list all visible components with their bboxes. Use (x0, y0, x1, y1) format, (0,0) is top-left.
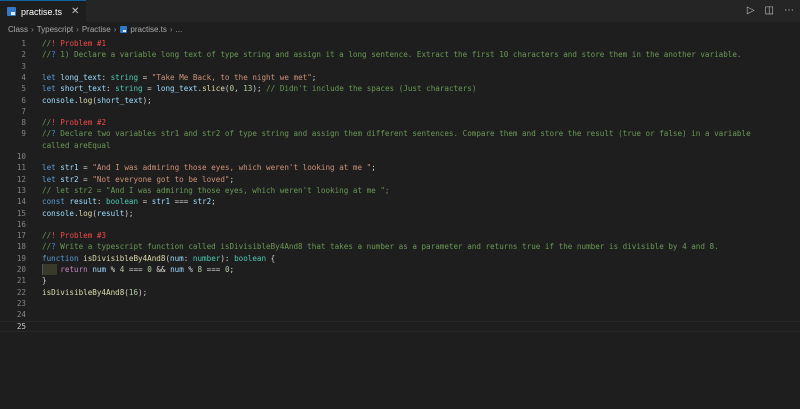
code-line[interactable]: 19 function isDivisibleBy4And8(num: numbe… (0, 253, 800, 264)
line-number: 10 (16, 152, 26, 161)
split-editor-icon[interactable]: ◫ (765, 4, 774, 18)
code-line[interactable]: 25 (0, 320, 800, 332)
code-line[interactable]: 18 //? Write a typescript function called… (0, 241, 800, 252)
line-number: 4 (21, 72, 26, 82)
code-text: let long_text: string = "Take Me Back, t… (42, 72, 317, 82)
tab-bar: practise.ts ✕ ▷ ◫ ⋯ (0, 0, 800, 22)
code-text: return num % 4 === 0 && num % 8 === 0; (60, 265, 235, 274)
code-editor[interactable]: 1 //! Problem #1 2 //? 1) Declare a variabl… (0, 38, 800, 409)
typescript-file-icon (120, 25, 128, 33)
breadcrumb-item-file[interactable]: practise.ts (130, 25, 166, 34)
line-number: 22 (16, 287, 26, 297)
line-number: 9 (21, 129, 26, 139)
code-line[interactable]: 1 //! Problem #1 (0, 38, 800, 49)
code-text: //? 1) Declare a variable long text of t… (42, 50, 742, 60)
close-icon[interactable]: ✕ (71, 6, 79, 17)
code-text: //? Declare two variables str1 and str2 … (42, 129, 751, 139)
breadcrumb-item-practise[interactable]: Practise (82, 25, 111, 34)
line-number: 19 (16, 253, 26, 263)
breadcrumb-item-class[interactable]: Class (8, 25, 28, 34)
code-line[interactable]: 15 console.log(result); (0, 208, 800, 219)
code-text: console.log(short_text); (42, 95, 152, 105)
line-number: 15 (16, 208, 26, 218)
code-line[interactable]: 20 return num % 4 === 0 && num % 8 === 0… (0, 264, 800, 275)
line-number: 18 (16, 242, 26, 252)
tab-label: practise.ts (21, 6, 63, 17)
line-number: 1 (21, 39, 26, 48)
code-line[interactable]: 7 (0, 106, 800, 117)
code-text: const result: boolean = str1 === str2; (42, 197, 216, 207)
code-text: function isDivisibleBy4And8(num: number)… (42, 253, 276, 263)
line-number: 23 (16, 298, 26, 308)
code-line[interactable]: 12 let str2 = "Not everyone got to be lov… (0, 174, 800, 185)
code-line[interactable]: 2 //? 1) Declare a variable long text of … (0, 49, 800, 60)
editor-actions: ▷ ◫ ⋯ (747, 4, 794, 18)
code-text: // let str2 = "And I was admiring those … (42, 185, 390, 195)
line-number: 17 (16, 231, 26, 241)
breadcrumb-item-symbols[interactable]: ... (176, 25, 183, 34)
code-line[interactable]: 13 // let str2 = "And I was admiring thos… (0, 185, 800, 196)
code-text: //! Problem #2 (42, 118, 107, 128)
code-text: //! Problem #3 (42, 231, 107, 241)
code-line[interactable]: 5 let short_text: string = long_text.slic… (0, 83, 800, 94)
line-number: 13 (16, 185, 26, 195)
line-number: 11 (16, 163, 26, 173)
line-number: 7 (21, 106, 26, 116)
line-number: 24 (16, 310, 26, 320)
code-line[interactable]: 4 let long_text: string = "Take Me Back, … (0, 72, 800, 83)
tab-practise-ts[interactable]: practise.ts ✕ (0, 0, 86, 22)
code-line[interactable]: 24 (0, 309, 800, 320)
line-number: 3 (21, 61, 26, 71)
code-line[interactable]: 9 //? Declare two variables str1 and str2… (0, 128, 800, 139)
code-line[interactable]: 17 //! Problem #3 (0, 230, 800, 241)
code-text: //? Write a typescript function called i… (42, 242, 719, 252)
line-number: 2 (21, 50, 26, 60)
code-line[interactable]: 10 (0, 151, 800, 162)
code-line[interactable]: 16 (0, 219, 800, 230)
code-text: let short_text: string = long_text.slice… (42, 84, 477, 94)
code-line[interactable]: called areEqual (0, 140, 800, 151)
line-number: 14 (16, 197, 26, 207)
typescript-file-icon (7, 7, 16, 16)
chevron-right-icon: › (169, 24, 173, 34)
code-line[interactable]: 8 //! Problem #2 (0, 117, 800, 128)
code-line[interactable]: 21} (0, 275, 800, 286)
code-line[interactable]: 3 (0, 61, 800, 72)
code-line[interactable]: 6 console.log(short_text); (0, 95, 800, 106)
code-line[interactable]: 22 isDivisibleBy4And8(16); (0, 287, 800, 298)
line-number: 20 (16, 265, 26, 274)
chevron-right-icon: › (31, 24, 34, 34)
line-number: 21 (16, 276, 26, 286)
code-line[interactable]: 11 let str1 = "And I was admiring those e… (0, 162, 800, 173)
breadcrumb: Class › Typescript › Practise › practise… (0, 22, 800, 36)
code-text: let str2 = "Not everyone got to be loved… (42, 174, 235, 184)
code-text: console.log(result); (42, 208, 134, 218)
code-text: let str1 = "And I was admiring those eye… (42, 163, 376, 173)
current-line-highlight (0, 320, 800, 332)
line-number: 6 (21, 95, 26, 105)
line-number: 5 (21, 84, 26, 94)
line-number: 8 (21, 118, 26, 128)
code-line[interactable]: 23 (0, 298, 800, 309)
line-number: 16 (16, 219, 26, 229)
code-text: //! Problem #1 (42, 39, 107, 48)
chevron-right-icon: › (113, 24, 117, 34)
more-actions-icon[interactable]: ⋯ (784, 4, 794, 18)
run-icon[interactable]: ▷ (747, 4, 755, 18)
breadcrumb-item-typescript[interactable]: Typescript (37, 25, 73, 34)
code-text: called areEqual (42, 140, 111, 150)
line-number: 25 (16, 321, 26, 331)
code-line[interactable]: 14 const result: boolean = str1 === str2; (0, 196, 800, 207)
code-text: isDivisibleBy4And8(16); (42, 287, 148, 297)
line-number: 12 (16, 174, 26, 184)
code-text: } (42, 276, 47, 286)
chevron-right-icon: › (76, 24, 79, 34)
